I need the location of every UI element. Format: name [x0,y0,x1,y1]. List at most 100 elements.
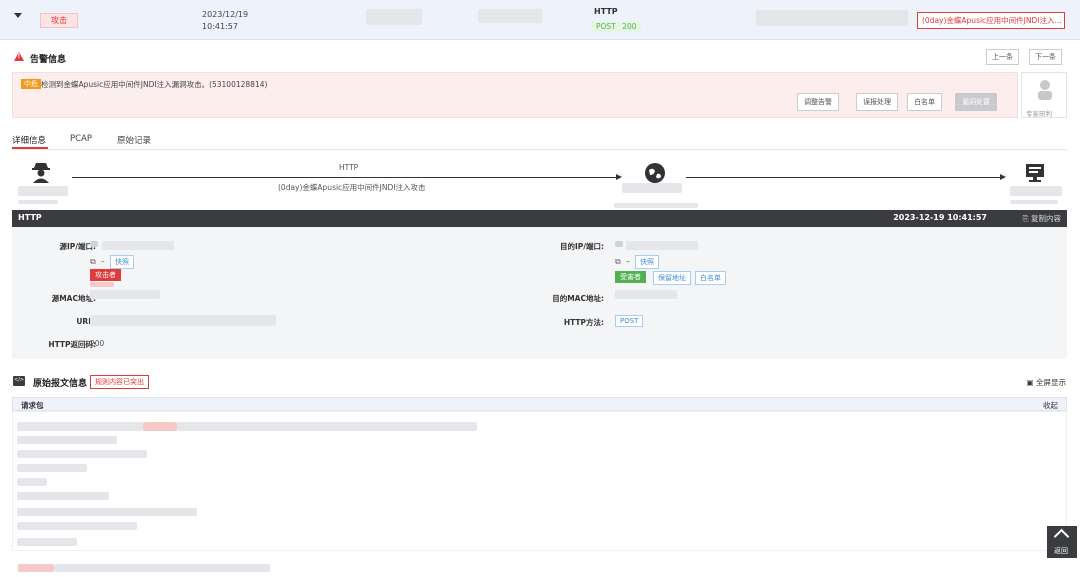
event-time: 2023/12/19 10:41:57 [202,9,248,33]
prev-button[interactable]: 上一条 [986,49,1019,65]
request-body [12,411,1067,551]
severity-badge: 中危 [21,79,41,89]
masked-src-ip [366,9,422,25]
url-label: URL: [76,317,96,326]
event-clock: 10:41:57 [202,22,238,31]
http-detail-panel: 源IP/端口: ⧉ – 快照 攻击者 源MAC地址: URL: HTTP返回码:… [12,227,1067,359]
masked-target-ip [1010,186,1062,196]
vuln-handle-button[interactable]: 漏洞处置 [955,93,997,111]
masked-gateway-ip [622,183,682,193]
masked-attacker-sub [18,200,58,204]
alert-section-title: 告警信息 [30,55,67,65]
next-button[interactable]: 下一条 [1029,49,1062,65]
src-mac-label: 源MAC地址: [51,294,96,303]
tab-raw-record[interactable]: 原始记录 [117,134,151,146]
dst-flag-icon [615,241,623,247]
http-method-value: POST [615,315,644,327]
flow-line-right [686,177,1002,178]
masked-line [17,492,109,500]
collapse-caret-icon[interactable] [14,13,22,18]
rule-highlight-tag: 规则内容已突出 [90,375,149,389]
back-label: 返回 [1054,547,1068,555]
event-name-tag[interactable]: (0day)金蝶Apusic应用中间件JNDI注入... [917,12,1065,29]
http-section-title: HTTP [18,213,42,222]
false-positive-button[interactable]: 误报处理 [856,93,898,111]
masked-line-highlight [18,564,54,572]
flow-line-left [72,177,618,178]
flow-protocol: HTTP [339,163,359,172]
raw-section-title: 原始报文信息 [33,379,88,389]
collapse-button[interactable]: 收起 [1043,400,1058,411]
adjust-alert-button[interactable]: 调整告警 [797,93,839,111]
flag-icon [90,241,98,247]
chevron-up-icon [1053,528,1070,545]
whitelist-button[interactable]: 白名单 [907,93,942,111]
masked-dst-ip-port [626,241,698,250]
http-code-value: 200 [90,339,105,348]
request-label: 请求包 [21,401,44,410]
protocol-label: HTTP [594,7,618,16]
warning-icon [14,52,24,61]
http-method-label: HTTP方法: [563,318,604,327]
masked-dst-ip [478,9,542,23]
masked-line [17,450,147,458]
dash-separator: – [101,257,105,266]
flow-arrow-right-icon [1000,174,1006,180]
attack-type-tag: 攻击 [40,13,78,28]
event-date: 2023/12/19 [202,10,249,19]
expert-review-button[interactable]: 专家研判 [1021,72,1067,118]
method-value: POST [596,22,616,31]
victim-badge: 受害者 [615,271,646,283]
alert-box: 中危 检测到金蝶Apusic应用中间件JNDI注入漏洞攻击。(531001288… [12,72,1018,118]
masked-line [17,478,47,486]
masked-line [177,422,477,431]
globe-icon [645,163,665,183]
masked-line [17,464,87,472]
alert-message: 检测到金蝶Apusic应用中间件JNDI注入漏洞攻击。(53100128814) [41,80,268,89]
server-monitor-icon [1026,164,1044,182]
dst-copy-icon[interactable]: ⧉ [615,257,621,267]
masked-line [17,522,137,530]
http-timestamp: 2023-12-19 10:41:57 [893,213,987,222]
masked-attacker-ip [18,186,68,196]
masked-target-sub [1010,200,1058,204]
flow-event: (0day)金蝶Apusic应用中间件JNDI注入攻击 [278,183,426,192]
tab-details[interactable]: 详细信息 [12,134,46,146]
masked-line [54,564,270,572]
src-snapshot-button[interactable]: 快照 [110,255,134,269]
dst-whitelist-button[interactable]: 白名单 [695,271,726,285]
copy-content-button[interactable]: ⎘ 复制内容 [1023,213,1061,224]
masked-line [17,508,197,516]
masked-dst-mac [615,290,677,299]
copy-icon[interactable]: ⧉ [90,257,96,267]
masked-host [756,10,908,26]
masked-src-ip-port [102,241,174,250]
dst-dash-separator: – [626,257,630,266]
masked-line [17,538,77,546]
dst-snapshot-button[interactable]: 快照 [635,255,659,269]
status-value: 200 [622,22,637,31]
tab-divider [12,149,1067,150]
flow-arrow-left-icon [616,174,622,180]
expert-review-label: 专家研判 [1026,110,1052,118]
method-status-tag: POST 200 [592,21,641,32]
masked-gateway-sub [614,203,698,208]
fullscreen-label: 全屏显示 [1036,378,1066,387]
request-header: 请求包 收起 [12,397,1067,411]
tab-pcap[interactable]: PCAP [70,134,92,144]
http-detail-header: HTTP 2023-12-19 10:41:57 ⎘ 复制内容 [12,210,1067,227]
back-to-top-button[interactable]: 返回 [1047,526,1077,558]
masked-line [17,436,117,444]
code-icon [13,376,25,386]
copy-label: 复制内容 [1031,214,1061,223]
masked-src-mac [90,290,160,299]
expert-avatar-icon [1038,80,1052,100]
masked-src-extra [90,282,114,287]
attacker-badge: 攻击者 [90,269,121,281]
reserved-address-button[interactable]: 保留地址 [653,271,691,285]
masked-url [90,315,276,326]
fullscreen-button[interactable]: ▣ 全屏显示 [1027,377,1066,388]
src-ip-label: 源IP/端口: [59,242,96,251]
event-summary-row[interactable]: 攻击 2023/12/19 10:41:57 HTTP POST 200 (0d… [0,0,1080,40]
attacker-icon [32,163,50,183]
